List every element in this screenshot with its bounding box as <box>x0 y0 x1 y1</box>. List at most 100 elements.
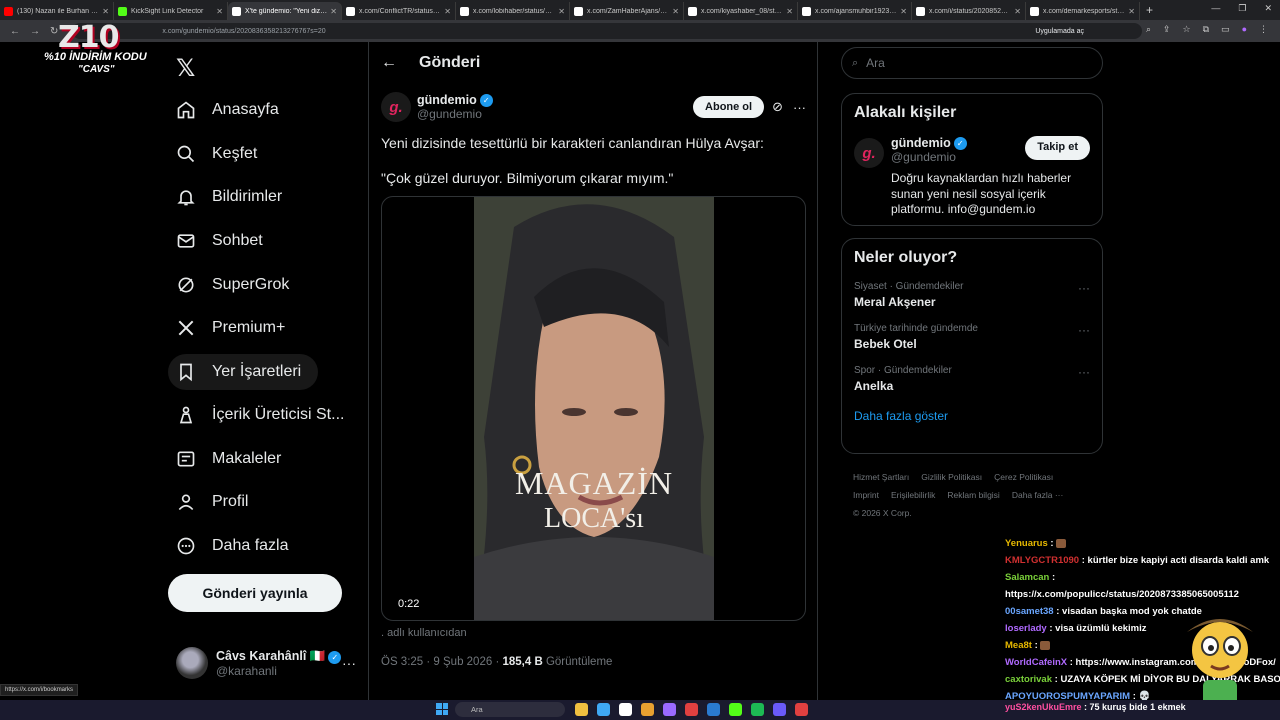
footer-link[interactable]: Hizmet Şartları <box>853 472 909 482</box>
sidebar-item-keşfet[interactable]: Keşfet <box>168 132 358 176</box>
close-tab-icon[interactable]: ✕ <box>216 7 223 16</box>
browser-tab[interactable]: x.com/i/status/20208529368 ✕ <box>912 2 1026 20</box>
tab-favicon-icon <box>460 6 469 16</box>
x-logo-icon[interactable]: 𝕏 <box>176 54 195 83</box>
related-name[interactable]: gündemio ✓ <box>891 136 967 150</box>
more-icon[interactable]: ··· <box>342 655 356 671</box>
footer-link[interactable]: Çerez Politikası <box>994 472 1053 482</box>
footer-link[interactable]: Erişilebilirlik <box>891 490 935 500</box>
sidebar-item-makaleler[interactable]: Makaleler <box>168 437 358 481</box>
trend-item[interactable]: Türkiye tarihinde gündemde Bebek Otel ··· <box>854 323 1090 351</box>
more-icon[interactable]: ··· <box>1078 323 1090 337</box>
close-tab-icon[interactable]: ✕ <box>1014 7 1021 16</box>
tab-title: x.com/ZamHaberAjans/statu <box>587 7 670 15</box>
back-icon[interactable]: ← <box>10 26 20 37</box>
windows-start-icon[interactable] <box>436 703 448 715</box>
trend-name: Bebek Otel <box>854 337 917 351</box>
close-tab-icon[interactable]: ✕ <box>1128 7 1135 16</box>
footer-link[interactable]: Reklam bilgisi <box>947 490 999 500</box>
grok-icon[interactable]: ⊘ <box>772 99 783 115</box>
browser-tab[interactable]: KickSight Link Detector ✕ <box>114 2 228 20</box>
browser-tab[interactable]: x.com/kiyashaber_08/status/2✕ <box>684 2 798 20</box>
account-switcher[interactable]: Câvs Karahânlî 🇮🇹 ✓ @karahanli ··· <box>176 645 356 681</box>
search-input[interactable]: ⌕ Ara <box>841 47 1103 79</box>
new-tab-icon[interactable]: + <box>1146 3 1153 17</box>
more-icon[interactable]: ··· <box>793 100 806 115</box>
taskbar-app-icon[interactable] <box>707 703 720 716</box>
extensions-icon[interactable]: ⧉ <box>1203 24 1209 35</box>
author-avatar[interactable]: g. <box>381 92 411 122</box>
post-header: ← Gönderi <box>381 54 480 72</box>
show-more-link[interactable]: Daha fazla göster <box>854 409 1090 423</box>
browser-tab[interactable]: x.com/lobihaber/status/2020 ✕ <box>456 2 570 20</box>
taskbar-app-icon[interactable] <box>597 703 610 716</box>
sidebar-icon[interactable]: ▭ <box>1221 24 1230 35</box>
follow-button[interactable]: Takip et <box>1025 136 1090 160</box>
close-tab-icon[interactable]: ✕ <box>102 7 109 16</box>
back-arrow-icon[interactable]: ← <box>381 54 397 72</box>
author-name[interactable]: gündemio ✓ <box>417 93 493 107</box>
browser-tab[interactable]: x.com/ajansmuhbir1923/statu ✕ <box>798 2 912 20</box>
taskbar-app-icon[interactable] <box>663 703 676 716</box>
sidebar-item-profil[interactable]: Profil <box>168 481 358 525</box>
more-icon[interactable]: ··· <box>1078 281 1090 295</box>
browser-tab[interactable]: X'te gündemio: "Yeni dizisind ✕ <box>228 2 342 20</box>
share-icon[interactable]: ⇪ <box>1163 24 1171 35</box>
browser-tab[interactable]: x.com/ConflictTR/status/2020 ✕ <box>342 2 456 20</box>
tab-favicon-icon <box>346 6 355 16</box>
sidebar-item-anasayfa[interactable]: Anasayfa <box>168 88 358 132</box>
menu-icon[interactable]: ⋮ <box>1259 24 1268 35</box>
sidebar-item-supergrok[interactable]: SuperGrok <box>168 263 358 307</box>
maximize-icon[interactable]: ❐ <box>1238 3 1246 14</box>
tab-title: x.com/lobihaber/status/2020 <box>473 7 556 15</box>
taskbar-app-icon[interactable] <box>729 703 742 716</box>
footer-link[interactable]: Daha fazla ··· <box>1012 490 1064 500</box>
related-avatar[interactable]: g. <box>854 138 884 168</box>
close-window-icon[interactable]: ✕ <box>1264 3 1272 14</box>
browser-tab[interactable]: x.com/demarkesports/status/✕ <box>1026 2 1140 20</box>
sidebar-item-bildirimler[interactable]: Bildirimler <box>168 175 358 219</box>
sidebar-item-premium[interactable]: Premium+ <box>168 306 358 350</box>
tab-favicon-icon <box>4 6 13 16</box>
post-time[interactable]: ÖS 3:25 · 9 Şub 2026 · <box>381 656 502 668</box>
taskbar-search-input[interactable]: Ara <box>455 702 565 717</box>
post-button[interactable]: Gönderi yayınla <box>168 574 342 612</box>
minimize-icon[interactable]: — <box>1211 3 1220 14</box>
trend-name: Anelka <box>854 379 894 393</box>
url-input[interactable]: x.com/gundemio/status/202083635821327676… <box>72 23 1143 39</box>
close-tab-icon[interactable]: ✕ <box>330 7 337 16</box>
close-tab-icon[interactable]: ✕ <box>900 7 907 16</box>
subscribe-button[interactable]: Abone ol <box>693 96 765 118</box>
taskbar-app-icon[interactable] <box>751 703 764 716</box>
more-icon[interactable]: ··· <box>1078 365 1090 379</box>
close-tab-icon[interactable]: ✕ <box>444 7 451 16</box>
taskbar-app-icon[interactable] <box>773 703 786 716</box>
footer-link[interactable]: Imprint <box>853 490 879 500</box>
video-player[interactable]: MAGAZİN LOCA'sı 0:22 <box>381 196 806 621</box>
profile-avatar-icon[interactable]: ● <box>1242 24 1247 35</box>
zoom-icon[interactable]: ⌕ <box>1146 24 1151 35</box>
taskbar-app-icon[interactable] <box>685 703 698 716</box>
sidebar-item-daha-fazla[interactable]: Daha fazla <box>168 524 358 568</box>
footer-links: Hizmet Şartları Gizlilik Politikası Çerez … <box>853 468 1093 522</box>
taskbar-app-icon[interactable] <box>619 703 632 716</box>
author-handle[interactable]: @gundemio <box>417 107 493 121</box>
close-tab-icon[interactable]: ✕ <box>786 7 793 16</box>
related-user[interactable]: g. gündemio ✓ @gundemio Takip et <box>854 136 1090 168</box>
close-tab-icon[interactable]: ✕ <box>672 7 679 16</box>
sidebar-item-yer-i-şaretleri[interactable]: Yer İşaretleri <box>168 354 318 391</box>
taskbar-app-icon[interactable] <box>575 703 588 716</box>
forward-icon[interactable]: → <box>30 26 40 37</box>
footer-link[interactable]: Gizlilik Politikası <box>921 472 982 482</box>
taskbar-app-icon[interactable] <box>641 703 654 716</box>
star-icon[interactable]: ☆ <box>1183 24 1191 35</box>
close-tab-icon[interactable]: ✕ <box>558 7 565 16</box>
open-in-app-button[interactable]: Uygulamada aç <box>1029 26 1090 37</box>
trend-item[interactable]: Siyaset · Gündemdekiler Meral Akşener ··· <box>854 281 1090 309</box>
taskbar-app-icon[interactable] <box>795 703 808 716</box>
trend-item[interactable]: Spor · Gündemdekiler Anelka ··· <box>854 365 1090 393</box>
browser-tab[interactable]: (130) Nazan ile Burhan canlı y✕ <box>0 2 114 20</box>
browser-tab[interactable]: x.com/ZamHaberAjans/statu ✕ <box>570 2 684 20</box>
sidebar-item-i-çerik-üreticisi-st[interactable]: İçerik Üreticisi St... <box>168 393 358 437</box>
sidebar-item-sohbet[interactable]: Sohbet <box>168 219 358 263</box>
